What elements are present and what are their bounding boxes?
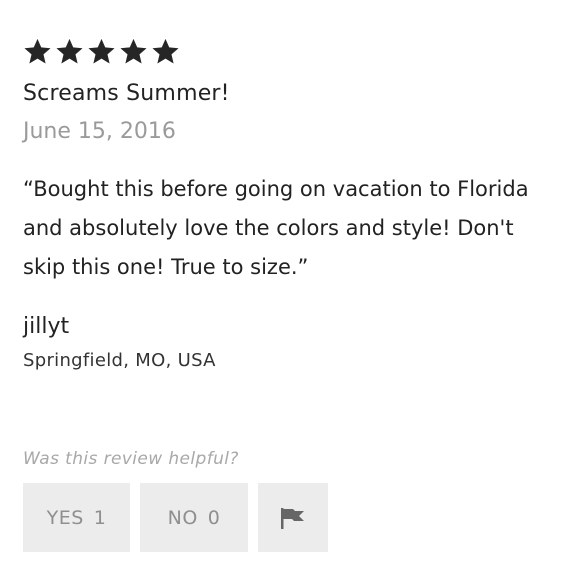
review-title: Screams Summer! [23, 81, 230, 106]
review-location: Springfield, MO, USA [23, 350, 216, 371]
flag-button[interactable] [258, 483, 328, 552]
star-icon [151, 37, 180, 66]
no-label: NO [167, 506, 198, 529]
review-date: June 15, 2016 [23, 119, 176, 144]
yes-count: 1 [93, 506, 107, 529]
star-icon [23, 37, 52, 66]
star-icon [119, 37, 148, 66]
flag-icon [278, 505, 308, 531]
helpful-actions: YES 1 NO 0 [23, 483, 328, 552]
helpful-question: Was this review helpful? [23, 449, 239, 469]
yes-button[interactable]: YES 1 [23, 483, 130, 552]
star-icon [87, 37, 116, 66]
star-icon [55, 37, 84, 66]
yes-label: YES [46, 506, 84, 529]
review-card: Screams Summer! June 15, 2016 “Bought th… [23, 36, 563, 373]
no-count: 0 [207, 506, 221, 529]
review-body: “Bought this before going on vacation to… [23, 177, 529, 279]
no-button[interactable]: NO 0 [140, 483, 248, 552]
star-rating [23, 36, 563, 66]
review-author: jillyt [23, 314, 70, 339]
